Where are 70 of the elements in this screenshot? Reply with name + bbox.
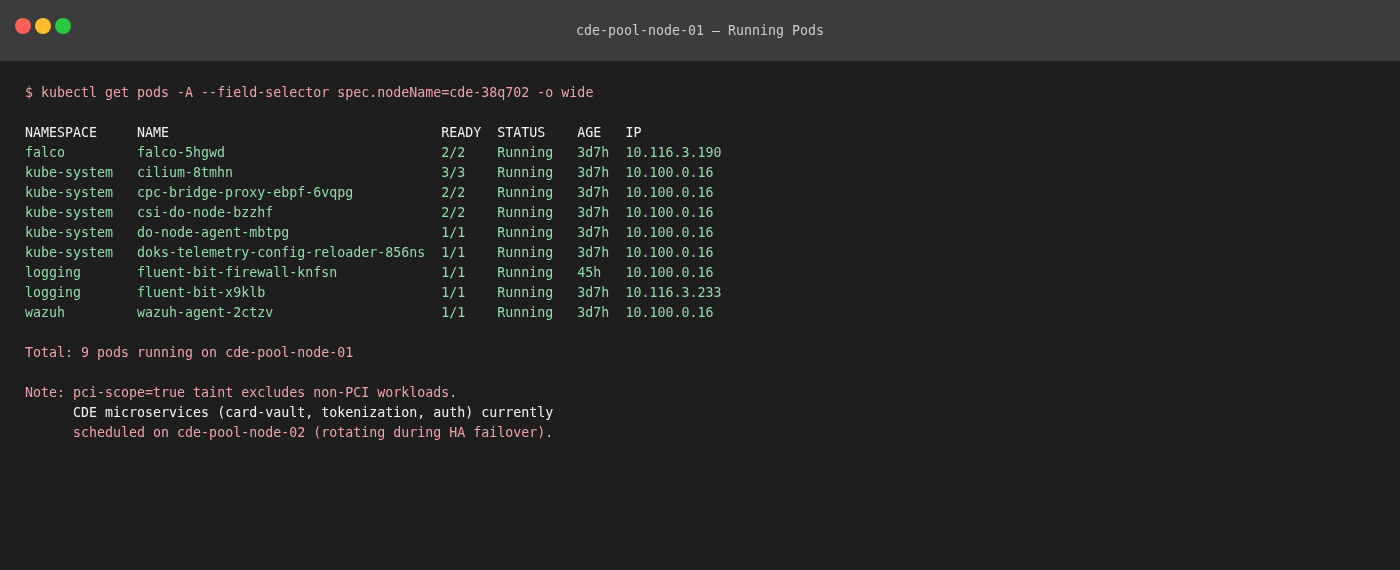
- table-cell-text: 3/3: [441, 164, 467, 182]
- table-cell-text: 10.100.0.16: [625, 304, 715, 322]
- table-cell-text: Running: [497, 244, 555, 262]
- table-cell-text: 3d7h: [577, 224, 611, 242]
- table-cell-text: 3d7h: [577, 144, 611, 162]
- note-text: scheduled on cde-pool-node-02 (rotating during HA failover).: [73, 424, 554, 442]
- minimize-button[interactable]: [35, 18, 51, 34]
- table-cell-text: Running: [497, 204, 555, 222]
- table-cell-text: Running: [497, 284, 555, 302]
- column-header: NAMESPACE: [25, 124, 99, 142]
- table-cell-text: 10.100.0.16: [625, 264, 715, 282]
- window-title: cde-pool-node-01 — Running Pods: [575, 21, 825, 40]
- table-cell-text: 1/1: [441, 224, 467, 242]
- table-cell-text: 10.100.0.16: [625, 244, 715, 262]
- table-cell-text: falco: [25, 144, 67, 162]
- table-cell-text: logging: [25, 284, 83, 302]
- table-cell-text: fluent-bit-x9klb: [137, 284, 267, 302]
- table-cell-text: 10.116.3.190: [625, 144, 722, 162]
- table-cell-text: Running: [497, 304, 555, 322]
- table-cell-text: 3d7h: [577, 184, 611, 202]
- total-summary: Total: 9 pods running on cde-pool-node-01: [25, 344, 355, 362]
- table-cell-text: Running: [497, 264, 555, 282]
- table-cell-text: 2/2: [441, 184, 467, 202]
- maximize-button[interactable]: [55, 18, 71, 34]
- table-cell-text: Running: [497, 144, 555, 162]
- table-cell-text: cpc-bridge-proxy-ebpf-6vqpg: [137, 184, 355, 202]
- note-text: CDE microservices (card-vault, tokenization, auth) currently: [73, 404, 554, 422]
- table-cell-text: Running: [497, 164, 555, 182]
- table-cell-text: 3d7h: [577, 284, 611, 302]
- table-cell-text: kube-system: [25, 164, 115, 182]
- table-cell-text: 1/1: [441, 284, 467, 302]
- table-cell-text: doks-telemetry-config-reloader-856ns: [137, 244, 427, 262]
- table-cell-text: 10.100.0.16: [625, 204, 715, 222]
- table-cell-text: kube-system: [25, 244, 115, 262]
- table-cell-text: 2/2: [441, 204, 467, 222]
- column-header: STATUS: [497, 124, 547, 142]
- table-cell-text: 3d7h: [577, 164, 611, 182]
- table-cell-text: wazuh: [25, 304, 67, 322]
- column-header: NAME: [137, 124, 171, 142]
- column-header: AGE: [577, 124, 603, 142]
- table-cell-text: 10.100.0.16: [625, 224, 715, 242]
- table-cell-text: fluent-bit-firewall-knfsn: [137, 264, 339, 282]
- column-header: IP: [625, 124, 643, 142]
- close-button[interactable]: [15, 18, 31, 34]
- table-cell-text: logging: [25, 264, 83, 282]
- table-cell-text: kube-system: [25, 204, 115, 222]
- table-cell-text: 1/1: [441, 244, 467, 262]
- table-cell-text: 1/1: [441, 304, 467, 322]
- note-text: pci-scope=true taint excludes non-PCI workloads.: [73, 384, 459, 402]
- table-cell-text: 10.100.0.16: [625, 184, 715, 202]
- table-cell-text: Running: [497, 224, 555, 242]
- table-cell-text: kube-system: [25, 224, 115, 242]
- table-cell-text: kube-system: [25, 184, 115, 202]
- table-cell-text: cilium-8tmhn: [137, 164, 235, 182]
- table-cell-text: 1/1: [441, 264, 467, 282]
- column-header: READY: [441, 124, 483, 142]
- table-cell-text: 10.100.0.16: [625, 164, 715, 182]
- table-cell-text: csi-do-node-bzzhf: [137, 204, 275, 222]
- table-cell-text: 10.116.3.233: [625, 284, 722, 302]
- table-cell-text: do-node-agent-mbtpg: [137, 224, 291, 242]
- table-cell-text: 45h: [577, 264, 603, 282]
- table-cell-text: wazuh-agent-2ctzv: [137, 304, 275, 322]
- table-cell-text: Running: [497, 184, 555, 202]
- note-label: Note:: [25, 384, 67, 402]
- command-line: $ kubectl get pods -A --field-selector spec.nodeName=cde-38q702 -o wide: [25, 84, 595, 102]
- table-cell-text: 3d7h: [577, 304, 611, 322]
- table-cell-text: 3d7h: [577, 244, 611, 262]
- table-cell-text: 3d7h: [577, 204, 611, 222]
- table-cell-text: 2/2: [441, 144, 467, 162]
- table-cell-text: falco-5hgwd: [137, 144, 227, 162]
